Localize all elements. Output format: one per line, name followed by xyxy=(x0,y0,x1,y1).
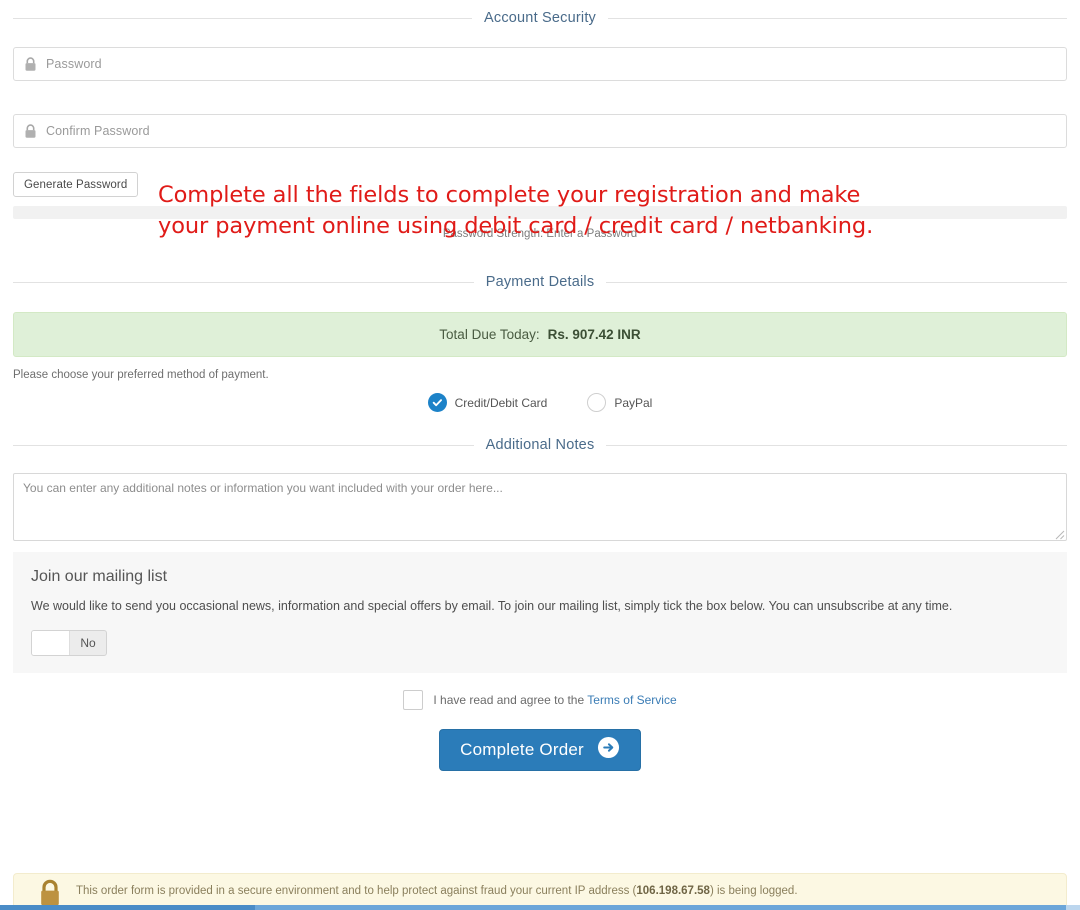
lock-icon xyxy=(24,56,37,72)
security-notice-text: This order form is provided in a secure … xyxy=(76,885,798,897)
payment-method-instruction: Please choose your preferred method of p… xyxy=(13,369,269,381)
complete-order-button[interactable]: Complete Order xyxy=(439,729,641,771)
order-form-page: Account Security Password Confirm Passwo… xyxy=(0,7,1080,910)
annotation-overlay: Complete all the fields to complete your… xyxy=(158,180,958,242)
legend-rule-left xyxy=(13,281,474,283)
horizontal-scrollbar[interactable] xyxy=(0,905,1080,910)
security-notice-suffix: ) is being logged. xyxy=(709,885,798,897)
legend-rule-left xyxy=(13,17,472,19)
additional-notes-placeholder-text: You can enter any additional notes or in… xyxy=(23,481,503,495)
security-notice-ip: 106.198.67.58 xyxy=(636,885,710,897)
toggle-knob[interactable] xyxy=(32,631,70,655)
password-input[interactable]: Password xyxy=(13,47,1067,81)
security-notice-prefix: This order form is provided in a secure … xyxy=(76,885,637,897)
submit-row: Complete Order xyxy=(0,729,1080,771)
section-title-text: Payment Details xyxy=(485,274,595,290)
terms-prefix: I have read and agree to the xyxy=(433,693,588,707)
mailing-list-panel: Join our mailing list We would like to s… xyxy=(13,552,1067,673)
complete-order-label: Complete Order xyxy=(460,740,584,759)
section-heading-payment-details: Payment Details xyxy=(13,271,1068,293)
legend-rule-right xyxy=(606,444,1068,446)
additional-notes-textarea[interactable]: You can enter any additional notes or in… xyxy=(13,473,1067,541)
mailing-list-title: Join our mailing list xyxy=(31,568,168,585)
payment-method-paypal[interactable]: PayPal xyxy=(587,393,652,412)
total-due-banner: Total Due Today: Rs. 907.42 INR xyxy=(13,312,1067,357)
resize-grip-icon[interactable] xyxy=(1053,527,1065,540)
lock-icon xyxy=(24,123,37,139)
scrollbar-thumb[interactable] xyxy=(0,905,255,910)
terms-text: I have read and agree to the Terms of Se… xyxy=(433,693,676,707)
legend-rule-right xyxy=(608,17,1067,19)
payment-method-label: Credit/Debit Card xyxy=(454,395,548,410)
annotation-line-1: Complete all the fields to complete your… xyxy=(158,182,861,208)
total-due-amount: Rs. 907.42 INR xyxy=(547,327,641,342)
mailing-list-toggle[interactable]: No xyxy=(31,630,107,656)
total-due-label: Total Due Today: xyxy=(439,327,540,342)
terms-checkbox[interactable] xyxy=(403,690,424,710)
security-notice-bar: This order form is provided in a secure … xyxy=(13,873,1067,909)
section-heading-additional-notes: Additional Notes xyxy=(13,434,1068,456)
section-title-text: Additional Notes xyxy=(485,437,595,453)
legend-rule-left xyxy=(13,444,474,446)
section-heading-account-security: Account Security xyxy=(13,7,1067,29)
arrow-right-circle-icon xyxy=(597,736,620,764)
confirm-password-placeholder-text: Confirm Password xyxy=(46,124,150,138)
payment-method-credit-debit-card[interactable]: Credit/Debit Card xyxy=(427,393,548,412)
scrollbar-end-cap[interactable] xyxy=(1066,905,1080,910)
payment-method-label: PayPal xyxy=(614,395,653,410)
mailing-list-description: We would like to send you occasional new… xyxy=(31,599,953,613)
section-title-text: Account Security xyxy=(484,10,596,26)
payment-method-group: Credit/Debit Card PayPal xyxy=(0,393,1080,412)
radio-unselected-icon[interactable] xyxy=(587,393,607,412)
radio-selected-icon[interactable] xyxy=(427,393,447,412)
toggle-value-label: No xyxy=(80,636,96,650)
terms-agreement-row: I have read and agree to the Terms of Se… xyxy=(0,690,1080,710)
generate-password-button[interactable]: Generate Password xyxy=(13,172,139,197)
password-placeholder-text: Password xyxy=(46,57,102,71)
annotation-line-2: your payment online using debit card / c… xyxy=(158,213,874,239)
legend-rule-right xyxy=(606,281,1068,283)
terms-of-service-link[interactable]: Terms of Service xyxy=(587,693,676,707)
confirm-password-input[interactable]: Confirm Password xyxy=(13,114,1067,148)
